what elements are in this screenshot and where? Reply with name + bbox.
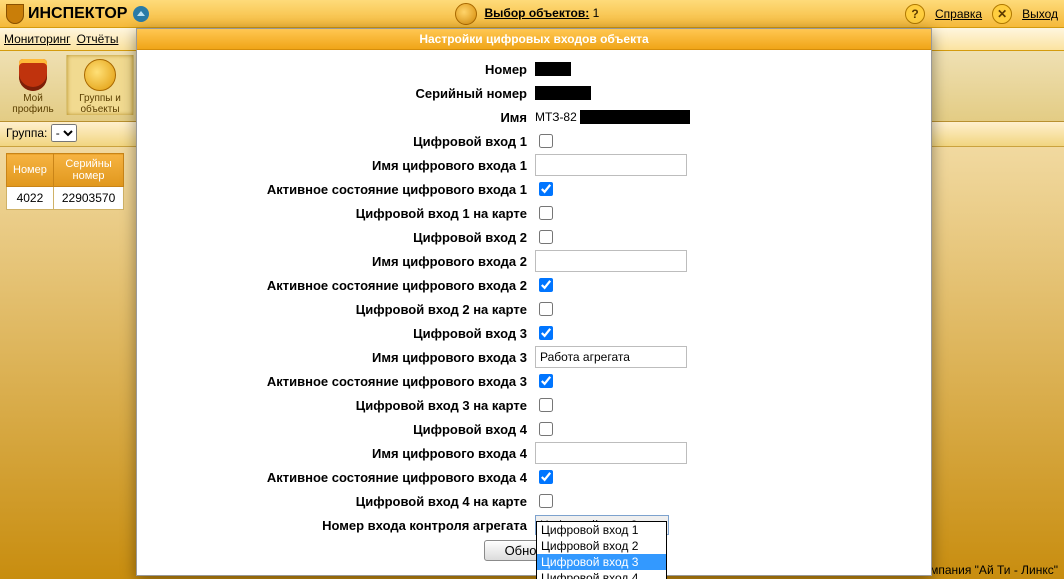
objects-count: 1: [593, 6, 600, 20]
cell-number: 4022: [7, 187, 54, 210]
txt-di4-name[interactable]: [535, 442, 687, 464]
app-logo: ИНСПЕКТОР: [6, 4, 149, 24]
dd-opt-4[interactable]: Цифровой вход 4: [537, 570, 666, 579]
chk-di3-active[interactable]: [539, 374, 553, 388]
lbl-di3-map: Цифровой вход 3 на карте: [147, 398, 535, 413]
dd-opt-1[interactable]: Цифровой вход 1: [537, 522, 666, 538]
chk-di1-map[interactable]: [539, 206, 553, 220]
digital-inputs-modal: Настройки цифровых входов объекта Номер …: [136, 28, 932, 576]
tool-groups[interactable]: Группы и объекты: [67, 55, 134, 115]
chk-di3[interactable]: [539, 326, 553, 340]
val-number-redacted: [535, 62, 571, 76]
dd-opt-3[interactable]: Цифровой вход 3: [537, 554, 666, 570]
chk-di4-active[interactable]: [539, 470, 553, 484]
txt-di1-name[interactable]: [535, 154, 687, 176]
help-link[interactable]: Справка: [935, 7, 982, 21]
lbl-di3-name: Имя цифрового входа 3: [147, 350, 535, 365]
modal-body: Номер Серийный номер Имя МТЗ-82 Цифровой…: [137, 50, 931, 575]
chk-di3-map[interactable]: [539, 398, 553, 412]
tool-profile-l2: профиль: [0, 104, 66, 115]
lbl-di4: Цифровой вход 4: [147, 422, 535, 437]
chk-di1-active[interactable]: [539, 182, 553, 196]
group-label: Группа:: [6, 126, 47, 140]
tool-profile-l1: Мой: [0, 93, 66, 104]
profile-icon: [19, 59, 47, 91]
top-center: Выбор объектов: 1: [149, 3, 905, 25]
val-serial-redacted: [535, 86, 591, 100]
txt-di2-name[interactable]: [535, 250, 687, 272]
lbl-di1-active: Активное состояние цифрового входа 1: [147, 182, 535, 197]
shield-icon: [6, 4, 24, 24]
objects-table: Номер Серийны номер 4022 22903570: [6, 153, 124, 210]
lbl-di2-map: Цифровой вход 2 на карте: [147, 302, 535, 317]
name-prefix: МТЗ-82: [535, 110, 577, 124]
lbl-di2: Цифровой вход 2: [147, 230, 535, 245]
tool-profile[interactable]: Мой профиль: [0, 55, 67, 115]
table-row[interactable]: 4022 22903570: [7, 187, 124, 210]
lbl-di1-map: Цифровой вход 1 на карте: [147, 206, 535, 221]
lbl-di4-name: Имя цифрового входа 4: [147, 446, 535, 461]
chk-di2-active[interactable]: [539, 278, 553, 292]
tool-groups-l2: объекты: [67, 104, 133, 115]
lbl-di3-active: Активное состояние цифрового входа 3: [147, 374, 535, 389]
lbl-di3: Цифровой вход 3: [147, 326, 535, 341]
tool-groups-l1: Группы и: [67, 93, 133, 104]
dd-opt-2[interactable]: Цифровой вход 2: [537, 538, 666, 554]
collapse-icon[interactable]: [133, 6, 149, 22]
objects-select-link[interactable]: Выбор объектов:: [485, 6, 590, 20]
chk-di2-map[interactable]: [539, 302, 553, 316]
lbl-agg-input: Номер входа контроля агрегата: [147, 518, 535, 533]
chk-di4[interactable]: [539, 422, 553, 436]
top-right: ? Справка ✕ Выход: [905, 4, 1058, 24]
chk-di2[interactable]: [539, 230, 553, 244]
app-name: ИНСПЕКТОР: [28, 5, 127, 23]
help-icon[interactable]: ?: [905, 4, 925, 24]
lbl-di1-name: Имя цифрового входа 1: [147, 158, 535, 173]
val-name-redacted: [580, 110, 690, 124]
lbl-di2-active: Активное состояние цифрового входа 2: [147, 278, 535, 293]
topbar: ИНСПЕКТОР Выбор объектов: 1 ? Справка ✕ …: [0, 0, 1064, 28]
cell-serial: 22903570: [53, 187, 123, 210]
lbl-name: Имя: [147, 110, 535, 125]
menu-reports[interactable]: Отчёты: [77, 32, 119, 46]
group-select[interactable]: -: [51, 124, 77, 142]
table-header-row: Номер Серийны номер: [7, 154, 124, 187]
lbl-di1: Цифровой вход 1: [147, 134, 535, 149]
chk-di4-map[interactable]: [539, 494, 553, 508]
agg-dropdown-list: Цифровой вход 1 Цифровой вход 2 Цифровой…: [536, 521, 667, 579]
hdr-serial[interactable]: Серийны номер: [53, 154, 123, 187]
globe-icon: [455, 3, 477, 25]
chk-di1[interactable]: [539, 134, 553, 148]
modal-title: Настройки цифровых входов объекта: [137, 29, 931, 50]
logout-icon[interactable]: ✕: [992, 4, 1012, 24]
hdr-number[interactable]: Номер: [7, 154, 54, 187]
txt-di3-name[interactable]: [535, 346, 687, 368]
groups-icon: [84, 59, 116, 91]
lbl-number: Номер: [147, 62, 535, 77]
lbl-di2-name: Имя цифрового входа 2: [147, 254, 535, 269]
lbl-di4-active: Активное состояние цифрового входа 4: [147, 470, 535, 485]
menu-monitoring[interactable]: Мониторинг: [4, 32, 71, 46]
logout-link[interactable]: Выход: [1022, 7, 1058, 21]
lbl-di4-map: Цифровой вход 4 на карте: [147, 494, 535, 509]
lbl-serial: Серийный номер: [147, 86, 535, 101]
